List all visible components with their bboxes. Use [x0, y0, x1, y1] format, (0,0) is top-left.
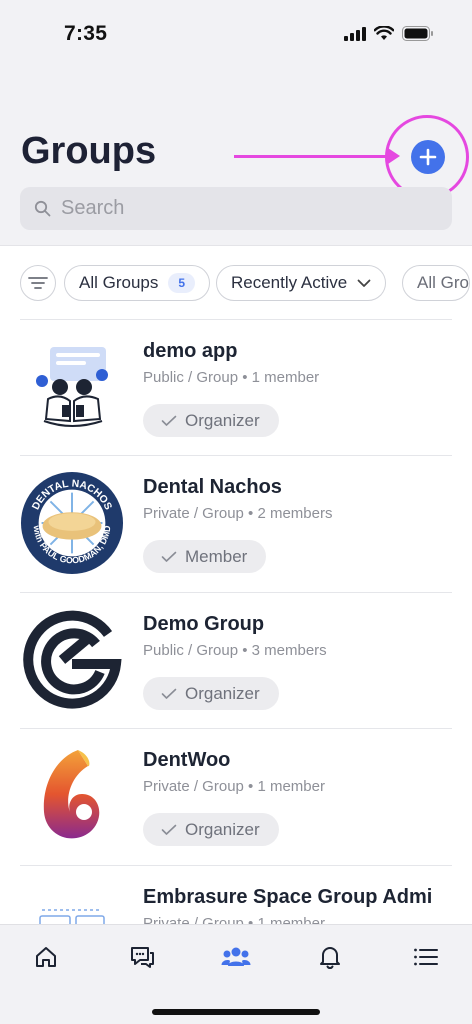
header: Groups [0, 70, 472, 246]
chevron-down-icon [357, 279, 371, 287]
group-row[interactable]: DentWoo Private / Group • 1 member Organ… [0, 729, 472, 865]
group-row[interactable]: Demo Group Public / Group • 3 members Or… [0, 593, 472, 729]
role-label: Organizer [185, 819, 260, 839]
chip-label: Recently Active [231, 273, 348, 292]
plus-icon [419, 148, 437, 166]
tab-notifications[interactable] [314, 941, 346, 973]
check-icon [161, 824, 177, 835]
role-label: Organizer [185, 410, 260, 430]
filter-row: All Groups 5 Recently Active All Gro [0, 264, 472, 302]
chip-count-badge: 5 [168, 273, 196, 293]
role-badge: Organizer [143, 404, 279, 437]
tab-menu[interactable] [410, 941, 442, 973]
role-label: Member [185, 546, 248, 566]
groups-icon [221, 947, 251, 966]
add-group-button[interactable] [411, 140, 445, 174]
group-row[interactable]: Embrasure Space Group Admi Private / Gro… [0, 866, 472, 924]
chip-label: All Groups [79, 273, 159, 292]
group-logo [20, 900, 124, 924]
check-icon [161, 688, 177, 699]
status-bar: 7:35 [0, 0, 472, 70]
group-meta: Public / Group • 1 member [143, 369, 320, 386]
home-icon [36, 947, 56, 967]
status-icons [344, 26, 434, 41]
demo-group-logo [23, 610, 122, 709]
group-row[interactable]: demo app Public / Group • 1 member Organ… [0, 320, 472, 456]
search-icon [34, 200, 51, 217]
chip-all-groups[interactable]: All Groups 5 [64, 265, 211, 301]
page-title: Groups [21, 130, 157, 172]
role-badge: Organizer [143, 813, 279, 846]
group-meta: Private / Group • 1 member [143, 915, 325, 924]
search-bar[interactable] [20, 187, 452, 230]
demo-app-logo-illustration [36, 347, 108, 427]
menu-icon [414, 948, 438, 966]
group-name: DentWoo [143, 749, 231, 771]
group-logo [20, 332, 124, 442]
signal-icon [344, 26, 366, 41]
check-icon [161, 415, 177, 426]
role-label: Organizer [185, 683, 260, 703]
wifi-icon [374, 26, 394, 40]
tab-groups[interactable] [220, 941, 252, 973]
group-name: Embrasure Space Group Admi [143, 886, 433, 908]
dental-nachos-logo: DENTAL NACHOS with PAUL GOODMAN, DMD [20, 471, 124, 575]
bell-icon [320, 947, 340, 969]
chip-recently-active[interactable]: Recently Active [216, 265, 387, 301]
chip-label: All Gro [417, 273, 469, 292]
group-logo: DENTAL NACHOS with PAUL GOODMAN, DMD [20, 468, 124, 578]
group-meta: Public / Group • 3 members [143, 642, 327, 659]
tab-bar [0, 924, 472, 1024]
group-logo [20, 605, 124, 715]
group-name: Demo Group [143, 613, 265, 635]
status-time: 7:35 [64, 22, 108, 45]
embrasure-logo [39, 909, 105, 924]
home-indicator [152, 1009, 320, 1015]
role-badge: Organizer [143, 677, 279, 710]
search-input[interactable] [61, 197, 421, 220]
group-name: demo app [143, 340, 238, 362]
group-logo [20, 741, 124, 851]
filter-icon [28, 277, 48, 289]
group-row[interactable]: DENTAL NACHOS with PAUL GOODMAN, DMD Den… [0, 456, 472, 592]
dentwoo-logo [43, 750, 100, 839]
tab-chats[interactable] [126, 941, 158, 973]
filter-button[interactable] [20, 265, 56, 301]
chat-icon [131, 947, 154, 968]
check-icon [161, 551, 177, 562]
role-badge: Member [143, 540, 267, 573]
battery-icon [402, 26, 433, 41]
chip-all-groups-type[interactable]: All Gro [402, 265, 470, 301]
group-meta: Private / Group • 2 members [143, 505, 333, 522]
tab-home[interactable] [30, 941, 62, 973]
annotation-arrow [234, 155, 394, 158]
group-meta: Private / Group • 1 member [143, 778, 325, 795]
group-name: Dental Nachos [143, 476, 282, 498]
